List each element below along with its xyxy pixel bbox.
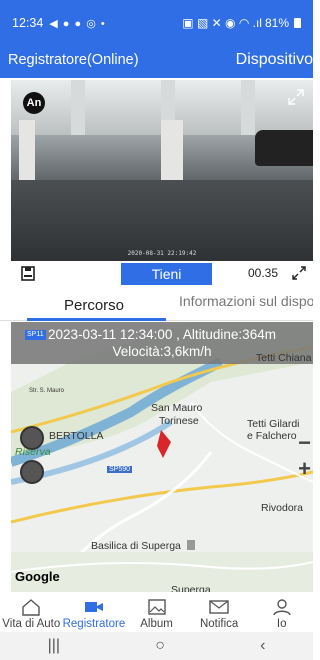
keep-button[interactable]: Tieni — [121, 263, 212, 285]
recents-button[interactable]: ||| — [48, 637, 60, 655]
home-button[interactable]: ○ — [155, 637, 165, 655]
nav-notifica[interactable]: Notifica — [188, 592, 251, 632]
expand-icon[interactable] — [287, 88, 305, 106]
map-label: Str. S. Mauro — [29, 388, 65, 394]
video-beam — [71, 80, 85, 140]
signal-icons: ▣ ▧ ✕ ◉ ◠ .ıl — [182, 16, 262, 30]
tab-informazioni[interactable]: Informazioni sul dispositivo — [179, 293, 313, 319]
status-bar: 12:34 ◀ ● ● ◎ • ▣ ▧ ✕ ◉ ◠ .ıl 81% — [12, 14, 301, 32]
nav-label: Notifica — [199, 618, 239, 630]
video-camera-icon — [84, 602, 103, 612]
video-floor — [11, 180, 313, 261]
map-label: Tetti Gilardi — [247, 418, 300, 430]
home-icon — [22, 599, 40, 616]
nav-album[interactable]: Album — [125, 592, 188, 632]
bottom-nav: Vita di Auto Registratore Album Notifica… — [0, 592, 313, 632]
status-time: 12:34 — [12, 16, 44, 30]
map-label: Superga — [171, 584, 211, 592]
map-label: San Mauro — [151, 402, 203, 414]
map-label: Rivodora — [261, 502, 304, 514]
top-bar: 12:34 ◀ ● ● ◎ • ▣ ▧ ✕ ◉ ◠ .ıl 81% Regist… — [0, 0, 313, 78]
map-label: Tetti Chiana — [256, 352, 312, 364]
status-icons: ◀ ● ● ◎ • — [49, 17, 106, 30]
nav-label: Vita di Auto — [2, 618, 61, 630]
fullscreen-icon[interactable] — [291, 265, 307, 281]
map-label: Basilica di Superga — [91, 540, 181, 552]
back-button[interactable]: ‹ — [260, 637, 265, 655]
video-controls: Tieni 00.35 — [11, 263, 313, 285]
video-player[interactable]: An 2020-08-31 22:19:42 — [11, 80, 313, 261]
battery-level: 81% — [264, 16, 289, 30]
map-label: SP590 — [107, 466, 133, 473]
video-car — [255, 130, 313, 166]
nav-label: Album — [140, 618, 173, 630]
nav-label: Io — [276, 618, 287, 630]
map-info-line1: 2023-03-11 12:34:00 , Altitudine:364m — [48, 327, 276, 342]
person-icon — [273, 599, 291, 616]
save-icon[interactable] — [21, 266, 35, 281]
playback-time: 00.35 — [248, 266, 279, 280]
nav-vita-di-auto[interactable]: Vita di Auto — [0, 592, 63, 632]
nav-io[interactable]: Io — [250, 592, 313, 632]
app-header: Registratore(Online) Dispositivo — [8, 48, 313, 72]
google-logo: Google — [15, 569, 60, 584]
tab-bar: Percorso Informazioni sul dispositivo — [0, 291, 313, 321]
nav-registratore[interactable]: Registratore — [62, 592, 126, 632]
map-label: BERTOLLA — [49, 430, 104, 442]
marker-pin-icon[interactable] — [20, 460, 44, 484]
road-badge: SP11 — [25, 330, 46, 340]
system-nav-bar: ||| ○ ‹ — [0, 632, 313, 660]
tab-dispositivo[interactable]: Dispositivo — [236, 51, 313, 69]
zoom-out-button[interactable]: − — [298, 430, 311, 456]
map-view[interactable]: SP11 2023-03-11 12:34:00 , Altitudine:36… — [11, 322, 313, 592]
map-label: e Falchero — [247, 430, 297, 442]
video-beam — [241, 80, 255, 140]
tab-percorso[interactable]: Percorso — [64, 297, 124, 314]
page-title: Registratore(Online) — [8, 52, 139, 68]
image-icon — [147, 599, 166, 615]
status-right: ▣ ▧ ✕ ◉ ◠ .ıl 81% — [182, 16, 301, 30]
map-label: Torinese — [159, 415, 199, 427]
nav-label: Registratore — [62, 618, 126, 630]
battery-icon — [294, 18, 301, 28]
active-tab-indicator — [27, 318, 166, 321]
avatar[interactable]: An — [23, 92, 45, 114]
zoom-in-button[interactable]: + — [298, 456, 311, 482]
video-timestamp: 2020-08-31 22:19:42 — [127, 250, 197, 257]
locate-icon[interactable] — [20, 426, 44, 450]
mail-icon — [209, 600, 229, 614]
